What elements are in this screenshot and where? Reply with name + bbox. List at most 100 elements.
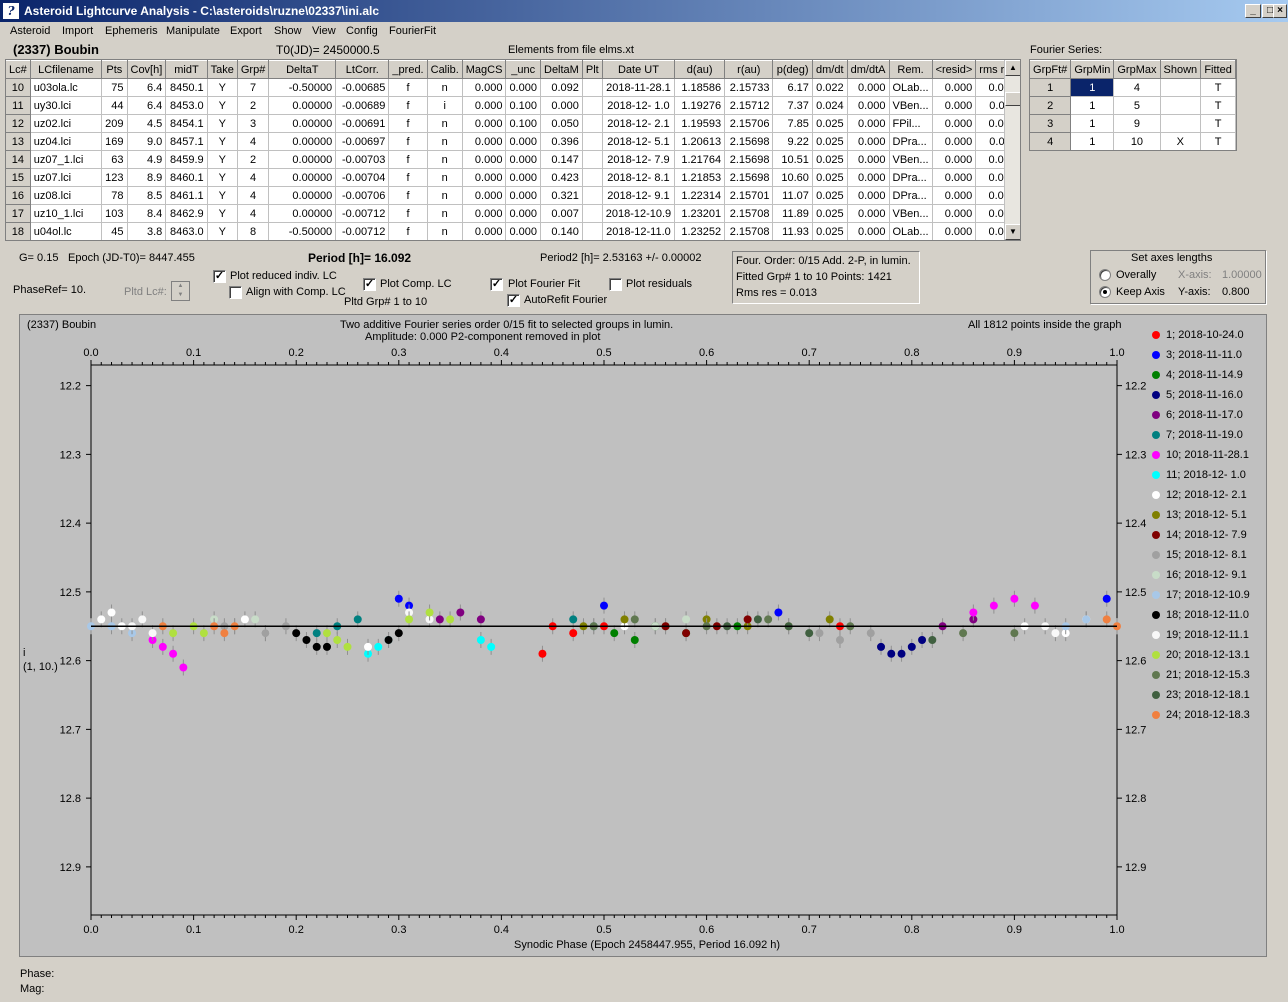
app-icon[interactable]: ? bbox=[3, 3, 19, 19]
table-cell[interactable]: 0.000 bbox=[847, 132, 890, 151]
table-cell[interactable]: 3.8 bbox=[127, 222, 167, 240]
table-cell[interactable]: 0.00000 bbox=[268, 96, 337, 115]
table-cell[interactable] bbox=[582, 186, 603, 205]
table-cell[interactable]: 4 bbox=[237, 132, 270, 151]
column-header[interactable]: Grp# bbox=[237, 60, 270, 79]
fourier-column-header[interactable]: GrpMin bbox=[1070, 60, 1115, 79]
table-cell[interactable]: 4.5 bbox=[127, 114, 167, 133]
table-cell[interactable]: VBen... bbox=[889, 204, 933, 223]
table-cell[interactable]: 0.000 bbox=[505, 132, 541, 151]
table-cell[interactable]: 0.100 bbox=[505, 96, 541, 115]
table-cell[interactable] bbox=[582, 168, 603, 187]
table-cell[interactable]: 0.00000 bbox=[268, 132, 337, 151]
lightcurve-plot[interactable]: 0.0 0.0 0.1 0.1 0.2 0.2 0.3 0.3 0.4 0.4 0.5 0.5 0.6 0… bbox=[19, 314, 1267, 957]
table-cell[interactable]: uz08.lci bbox=[30, 186, 103, 205]
fourier-cell[interactable]: 9 bbox=[1113, 114, 1161, 133]
table-cell[interactable]: 0.000 bbox=[462, 96, 507, 115]
table-row[interactable]: 13 uz04.lci 169 9.0 8457.1 Y 4 0.00000 -0.00697 f… bbox=[6, 132, 1020, 151]
menu-view[interactable]: View bbox=[312, 25, 336, 37]
table-cell[interactable]: 8 bbox=[237, 222, 270, 240]
table-cell[interactable]: 169 bbox=[101, 132, 128, 151]
table-cell[interactable]: i bbox=[427, 96, 463, 115]
fourier-cell[interactable]: 5 bbox=[1113, 96, 1161, 115]
table-cell[interactable]: 44 bbox=[101, 96, 128, 115]
menu-config[interactable]: Config bbox=[346, 25, 378, 37]
table-cell[interactable]: Y bbox=[207, 186, 238, 205]
table-cell[interactable]: f bbox=[388, 150, 428, 169]
table-cell[interactable]: 0.140 bbox=[540, 222, 583, 240]
table-cell[interactable]: 0.022 bbox=[812, 78, 848, 97]
table-row[interactable]: 18 u04ol.lc 45 3.8 8463.0 Y 8 -0.50000 -0.00712 f… bbox=[6, 222, 1020, 240]
table-cell[interactable]: 4 bbox=[237, 204, 270, 223]
table-cell[interactable]: 4 bbox=[237, 186, 270, 205]
row-number[interactable]: 17 bbox=[6, 204, 31, 223]
table-row[interactable]: 11 uy30.lci 44 6.4 8453.0 Y 2 0.00000 -0.00689 f i… bbox=[6, 96, 1020, 115]
table-cell[interactable]: Y bbox=[207, 150, 238, 169]
column-header[interactable]: _pred. bbox=[388, 60, 428, 79]
menu-fourierfit[interactable]: FourierFit bbox=[389, 25, 436, 37]
table-cell[interactable]: 8454.1 bbox=[165, 114, 208, 133]
table-cell[interactable]: 8460.1 bbox=[165, 168, 208, 187]
table-cell[interactable]: n bbox=[427, 150, 463, 169]
column-header[interactable]: Pts bbox=[101, 60, 128, 79]
table-cell[interactable]: 0.092 bbox=[540, 78, 583, 97]
close-button[interactable]: × bbox=[1273, 4, 1287, 18]
table-cell[interactable]: 0.007 bbox=[540, 204, 583, 223]
table-cell[interactable]: 2018-12- 2.1 bbox=[602, 114, 676, 133]
fourier-row-number[interactable]: 3 bbox=[1030, 114, 1072, 133]
column-header[interactable]: _unc bbox=[505, 60, 541, 79]
table-cell[interactable]: 7.37 bbox=[772, 96, 813, 115]
table-cell[interactable]: 2018-12- 5.1 bbox=[602, 132, 676, 151]
table-cell[interactable]: Y bbox=[207, 96, 238, 115]
table-cell[interactable]: 2018-12- 1.0 bbox=[602, 96, 676, 115]
scroll-thumb[interactable] bbox=[1005, 92, 1020, 106]
table-cell[interactable]: Y bbox=[207, 168, 238, 187]
table-cell[interactable]: 0.00000 bbox=[268, 168, 337, 187]
table-cell[interactable]: 0.000 bbox=[847, 222, 890, 240]
fourier-cell[interactable]: 4 bbox=[1113, 78, 1161, 97]
column-header[interactable]: Calib. bbox=[427, 60, 463, 79]
minimize-button[interactable]: _ bbox=[1245, 4, 1261, 18]
table-cell[interactable]: 2.15708 bbox=[724, 222, 774, 240]
table-cell[interactable]: f bbox=[388, 222, 428, 240]
menu-show[interactable]: Show bbox=[274, 25, 302, 37]
table-cell[interactable]: -0.00706 bbox=[335, 186, 390, 205]
table-cell[interactable]: 6.4 bbox=[127, 78, 167, 97]
table-cell[interactable]: -0.00704 bbox=[335, 168, 390, 187]
table-cell[interactable]: 2018-12-11.0 bbox=[602, 222, 676, 240]
table-cell[interactable]: 0.100 bbox=[505, 114, 541, 133]
table-cell[interactable]: 1.18586 bbox=[674, 78, 726, 97]
table-cell[interactable]: 0.147 bbox=[540, 150, 583, 169]
menu-ephemeris[interactable]: Ephemeris bbox=[105, 25, 158, 37]
lightcurve-table[interactable]: Lc# LCfilename Pts Cov[h] midT Take Grp# DeltaT… bbox=[5, 59, 1021, 241]
fourier-column-header[interactable]: Fitted bbox=[1200, 60, 1236, 79]
fourier-cell[interactable]: 1 bbox=[1070, 78, 1115, 97]
row-number[interactable]: 15 bbox=[6, 168, 31, 187]
row-number[interactable]: 18 bbox=[6, 222, 31, 240]
table-cell[interactable]: 0.000 bbox=[847, 78, 890, 97]
table-cell[interactable]: VBen... bbox=[889, 150, 933, 169]
fourier-column-header[interactable]: GrpFt# bbox=[1030, 60, 1072, 79]
title-bar[interactable]: ? Asteroid Lightcurve Analysis - C:\aste… bbox=[0, 0, 1288, 22]
table-cell[interactable]: 2018-12-10.9 bbox=[602, 204, 676, 223]
fourier-cell[interactable]: T bbox=[1200, 132, 1236, 150]
table-cell[interactable]: -0.00712 bbox=[335, 204, 390, 223]
pltd-lc-spinner[interactable]: ▲ ▼ bbox=[171, 281, 190, 301]
fourier-cell[interactable]: 1 bbox=[1070, 96, 1115, 115]
plot-canvas[interactable]: 0.0 0.0 0.1 0.1 0.2 0.2 0.3 0.3 0.4 0.4 0.5 0.5 0.6 0… bbox=[20, 315, 1266, 956]
table-row[interactable]: 17 uz10_1.lci 103 8.4 8462.9 Y 4 0.00000 -0.0071… bbox=[6, 204, 1020, 223]
table-cell[interactable]: 0.000 bbox=[462, 78, 507, 97]
column-header[interactable]: dm/dt bbox=[812, 60, 848, 79]
table-cell[interactable]: 1.23201 bbox=[674, 204, 726, 223]
table-cell[interactable]: u04ol.lc bbox=[30, 222, 103, 240]
table-cell[interactable]: 0.000 bbox=[932, 132, 977, 151]
fourier-cell[interactable]: T bbox=[1200, 114, 1236, 133]
table-cell[interactable]: 0.000 bbox=[462, 150, 507, 169]
table-cell[interactable]: 8450.1 bbox=[165, 78, 208, 97]
table-cell[interactable]: 8.5 bbox=[127, 186, 167, 205]
table-cell[interactable]: 0.000 bbox=[847, 204, 890, 223]
table-cell[interactable]: 0.000 bbox=[462, 168, 507, 187]
table-cell[interactable]: 0.000 bbox=[462, 204, 507, 223]
table-cell[interactable] bbox=[582, 132, 603, 151]
table-cell[interactable]: 0.025 bbox=[812, 204, 848, 223]
